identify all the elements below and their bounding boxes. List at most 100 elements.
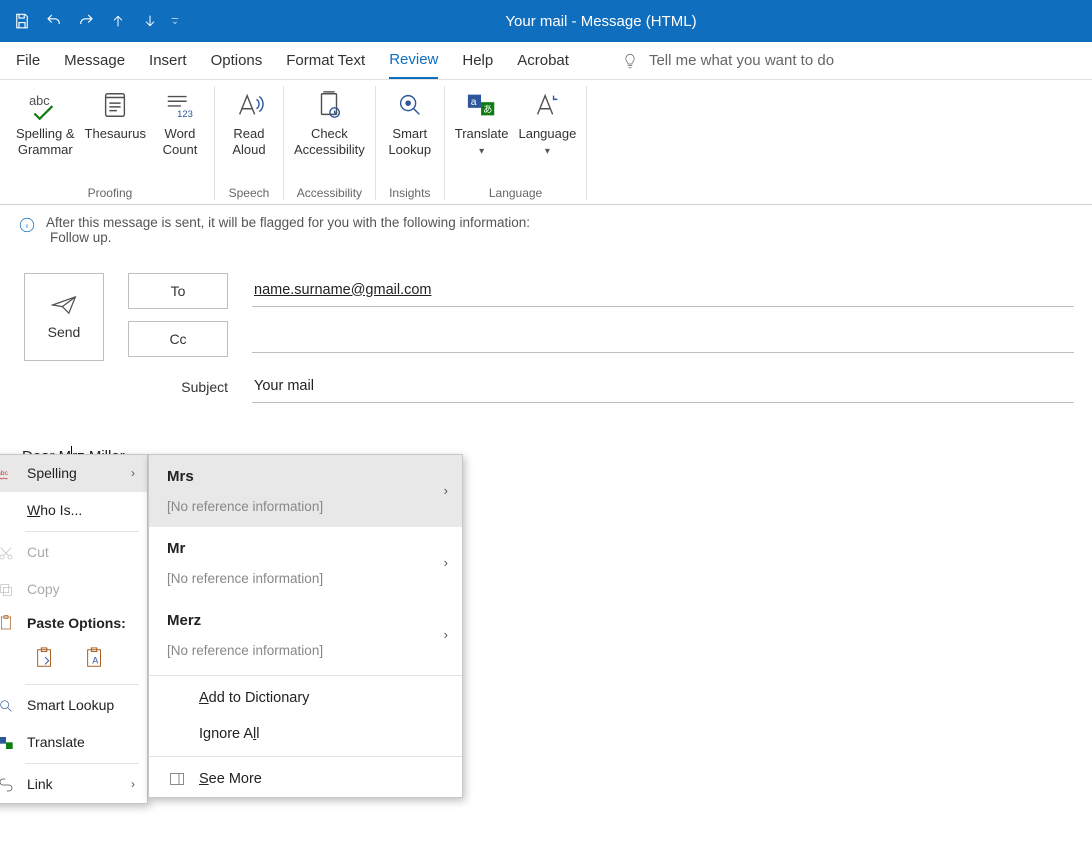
spelling-submenu: Mrs [No reference information] › Mr [No … bbox=[148, 454, 463, 798]
ctx-translate[interactable]: Translate bbox=[0, 724, 147, 761]
chevron-down-icon: ▾ bbox=[545, 146, 550, 157]
ribbon-body: abc Spelling & Grammar Thesaurus 123 Wor… bbox=[0, 80, 1092, 205]
followup-info-bar: After this message is sent, it will be f… bbox=[0, 205, 1092, 255]
ignore-all[interactable]: Ignore All bbox=[149, 716, 462, 752]
ribbon-group-speech: Read Aloud Speech bbox=[215, 80, 283, 204]
chevron-down-icon: ▾ bbox=[479, 146, 484, 157]
language-icon bbox=[532, 90, 562, 120]
svg-text:あ: あ bbox=[483, 104, 492, 115]
thesaurus-button[interactable]: Thesaurus bbox=[81, 84, 150, 144]
ctx-who-is[interactable]: Who Is... bbox=[0, 492, 147, 529]
svg-text:A: A bbox=[92, 656, 99, 666]
chevron-right-icon: › bbox=[444, 551, 448, 576]
svg-text:abc: abc bbox=[0, 469, 9, 476]
add-to-dictionary[interactable]: Add to Dictionary bbox=[149, 680, 462, 716]
send-button[interactable]: Send bbox=[24, 273, 104, 361]
to-field[interactable]: name.surname@gmail.com bbox=[252, 276, 1074, 307]
read-aloud-icon bbox=[234, 90, 264, 120]
clipboard-icon bbox=[0, 614, 14, 632]
window-title: Your mail - Message (HTML) bbox=[190, 13, 1092, 30]
cc-button[interactable]: Cc bbox=[128, 321, 228, 357]
compose-header: Send To name.surname@gmail.com Cc Subjec… bbox=[0, 255, 1092, 425]
tab-help[interactable]: Help bbox=[462, 42, 493, 79]
ctx-paste-options-header: Paste Options: bbox=[0, 608, 147, 638]
ctx-copy: Copy bbox=[0, 571, 147, 608]
language-button[interactable]: Language▾ bbox=[514, 84, 580, 161]
subject-label: Subject bbox=[128, 369, 228, 405]
search-icon bbox=[0, 698, 14, 714]
ribbon-group-language: aあ Translate▾ Language▾ Language bbox=[445, 80, 587, 204]
cc-field[interactable] bbox=[252, 325, 1074, 353]
spelling-suggestion-0[interactable]: Mrs [No reference information] › bbox=[149, 455, 462, 527]
chevron-right-icon: › bbox=[444, 479, 448, 504]
ribbon-group-accessibility: Check Accessibility Accessibility bbox=[284, 80, 375, 204]
pane-icon bbox=[169, 772, 185, 786]
tell-me-label: Tell me what you want to do bbox=[649, 52, 834, 69]
redo-icon[interactable] bbox=[72, 7, 100, 35]
cut-icon bbox=[0, 545, 14, 561]
tab-options[interactable]: Options bbox=[211, 42, 263, 79]
quick-access-toolbar bbox=[0, 7, 190, 35]
qat-customize-icon[interactable] bbox=[168, 7, 182, 35]
clipboard-paste-icon bbox=[34, 646, 56, 670]
accessibility-icon bbox=[314, 90, 344, 120]
info-subtext: Follow up. bbox=[50, 230, 530, 245]
ctx-paste-options: A bbox=[0, 638, 147, 682]
ctx-link[interactable]: Link › bbox=[0, 766, 147, 803]
link-icon bbox=[0, 778, 15, 792]
chevron-right-icon: › bbox=[444, 623, 448, 648]
send-icon bbox=[51, 294, 77, 316]
paste-text-only-button[interactable]: A bbox=[79, 642, 111, 674]
see-more[interactable]: See More bbox=[149, 761, 462, 797]
spellcheck-icon: abc bbox=[28, 90, 62, 120]
chevron-right-icon: › bbox=[131, 462, 135, 485]
title-bar: Your mail - Message (HTML) bbox=[0, 0, 1092, 42]
info-icon bbox=[18, 216, 36, 234]
tab-review[interactable]: Review bbox=[389, 42, 438, 79]
next-item-icon[interactable] bbox=[136, 7, 164, 35]
clipboard-text-icon: A bbox=[84, 646, 106, 670]
ribbon-group-proofing: abc Spelling & Grammar Thesaurus 123 Wor… bbox=[6, 80, 214, 204]
tab-format-text[interactable]: Format Text bbox=[286, 42, 365, 79]
undo-icon[interactable] bbox=[40, 7, 68, 35]
ribbon-tabs: File Message Insert Options Format Text … bbox=[0, 42, 1092, 80]
tab-file[interactable]: File bbox=[16, 42, 40, 79]
ribbon-group-insights: Smart Lookup Insights bbox=[376, 80, 444, 204]
to-recipient[interactable]: name.surname@gmail.com bbox=[254, 282, 432, 298]
spellcheck-icon: abc bbox=[0, 467, 15, 481]
copy-icon bbox=[0, 582, 14, 598]
previous-item-icon[interactable] bbox=[104, 7, 132, 35]
tab-message[interactable]: Message bbox=[64, 42, 125, 79]
lightbulb-icon bbox=[621, 52, 639, 70]
chevron-right-icon: › bbox=[131, 773, 135, 796]
smart-lookup-button[interactable]: Smart Lookup bbox=[382, 84, 438, 161]
spelling-suggestion-2[interactable]: Merz [No reference information] › bbox=[149, 599, 462, 671]
subject-field[interactable]: Your mail bbox=[252, 372, 1074, 403]
tab-insert[interactable]: Insert bbox=[149, 42, 187, 79]
word-count-button[interactable]: 123 Word Count bbox=[152, 84, 208, 161]
svg-text:abc: abc bbox=[29, 93, 50, 108]
thesaurus-icon bbox=[100, 90, 130, 120]
ctx-spelling[interactable]: abc Spelling › bbox=[0, 455, 147, 492]
svg-text:a: a bbox=[470, 97, 476, 108]
spelling-suggestion-1[interactable]: Mr [No reference information] › bbox=[149, 527, 462, 599]
paste-keep-source-button[interactable] bbox=[29, 642, 61, 674]
tab-acrobat[interactable]: Acrobat bbox=[517, 42, 569, 79]
message-body[interactable]: Dear Mrz Miller, Thank you for your mail… bbox=[0, 425, 1092, 518]
wordcount-icon: 123 bbox=[164, 90, 196, 120]
info-text: After this message is sent, it will be f… bbox=[46, 215, 530, 230]
tell-me-search[interactable]: Tell me what you want to do bbox=[621, 52, 834, 70]
save-icon[interactable] bbox=[8, 7, 36, 35]
translate-button[interactable]: aあ Translate▾ bbox=[451, 84, 513, 161]
to-button[interactable]: To bbox=[128, 273, 228, 309]
check-accessibility-button[interactable]: Check Accessibility bbox=[290, 84, 369, 161]
translate-icon bbox=[0, 735, 14, 751]
ctx-smart-lookup[interactable]: Smart Lookup bbox=[0, 687, 147, 724]
svg-text:123: 123 bbox=[177, 108, 193, 119]
read-aloud-button[interactable]: Read Aloud bbox=[221, 84, 277, 161]
smart-lookup-icon bbox=[395, 90, 425, 120]
spelling-grammar-button[interactable]: abc Spelling & Grammar bbox=[12, 84, 79, 161]
context-menu: abc Spelling › Who Is... Cut Copy Paste … bbox=[0, 454, 148, 804]
translate-icon: aあ bbox=[466, 90, 498, 120]
ctx-cut: Cut bbox=[0, 534, 147, 571]
